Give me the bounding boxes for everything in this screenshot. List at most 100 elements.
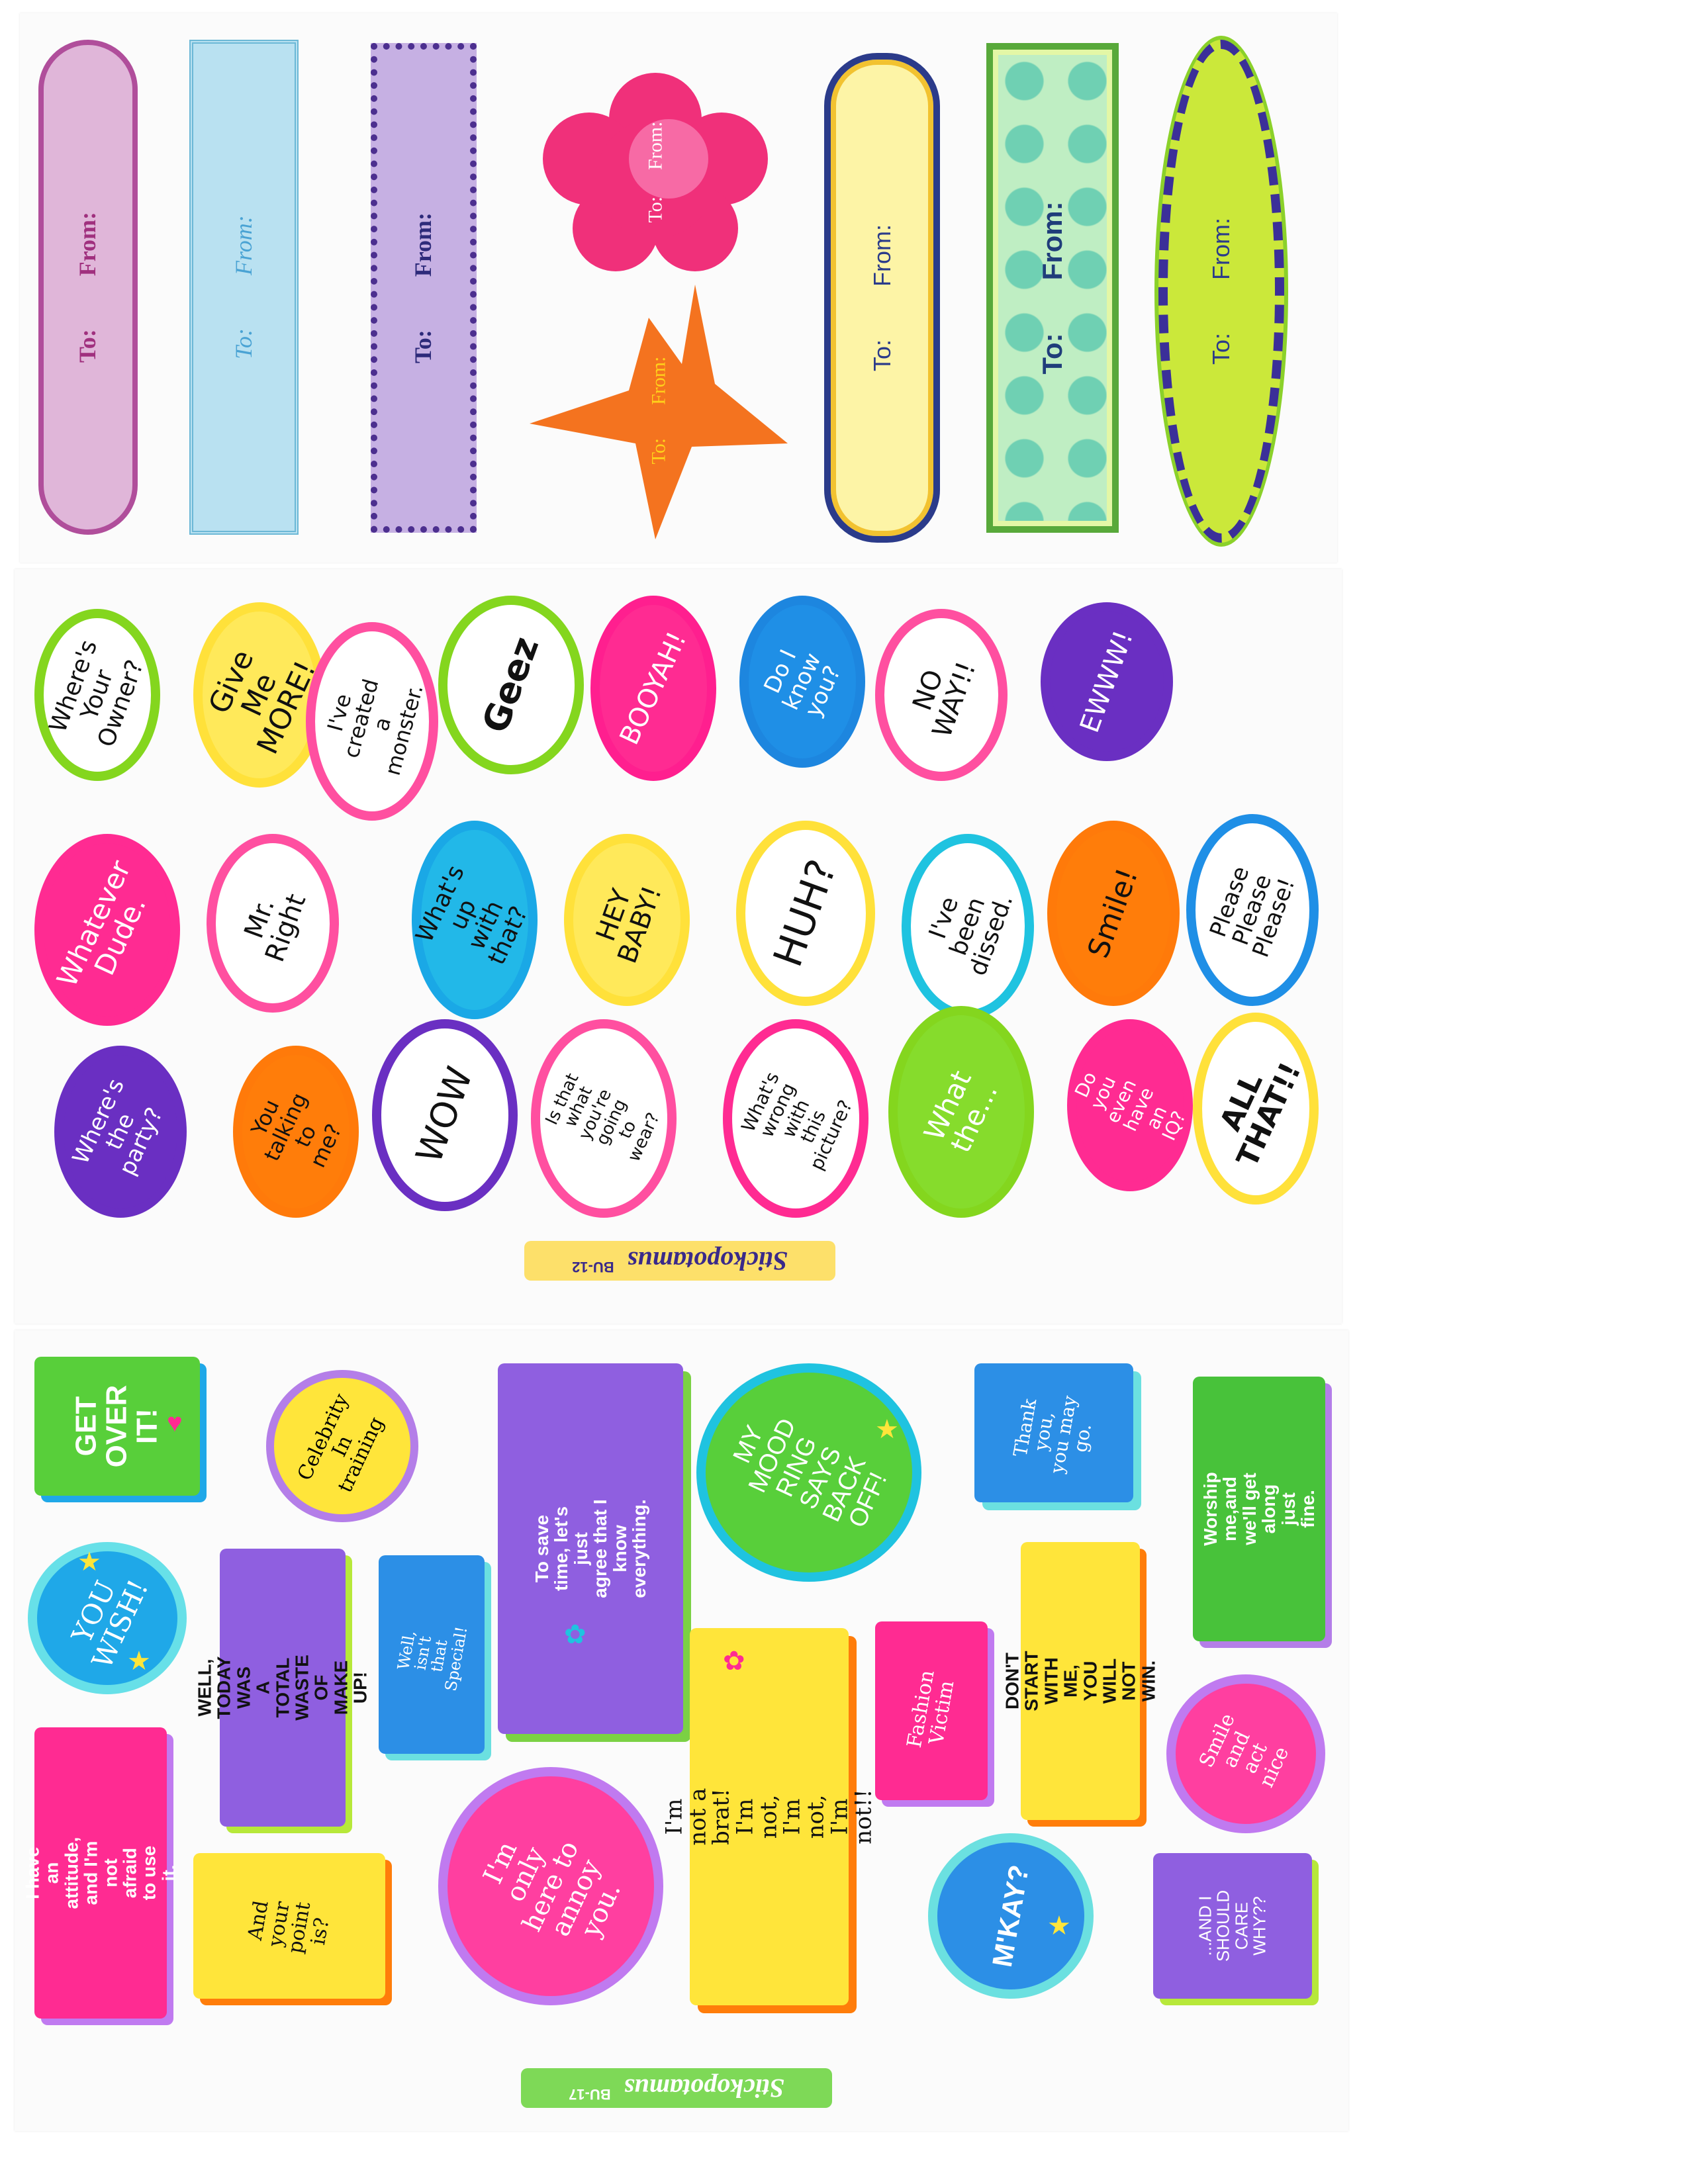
sticker-your-point: And your point is? bbox=[193, 1853, 385, 1999]
bubble-text: WOW bbox=[408, 1061, 481, 1169]
sticker-thank-you: Thank you, you may go. bbox=[974, 1363, 1133, 1502]
sticker-dont-start: DON'T START WITH ME, YOU WILL NOT WIN. bbox=[1002, 1542, 1158, 1820]
sticker-text: Celebrity In training bbox=[293, 1390, 389, 1496]
bubble-text: HEY BABY! bbox=[590, 882, 668, 968]
tag-to-label: To: bbox=[1036, 333, 1068, 375]
tag-to-label: To: bbox=[410, 330, 437, 363]
bubble-text: What the... bbox=[917, 1066, 1004, 1158]
flower-icon: ✿ bbox=[723, 1647, 745, 1676]
tag-from-label: From: bbox=[647, 356, 670, 405]
sticker-not-a-brat: I'm not a brat! I'm not, I'm not, I'm no… bbox=[661, 1628, 876, 2005]
sticker-annoy-you: I'm only here to annoy you. bbox=[438, 1767, 663, 2005]
attitude-sticker-sheet: GET OVER IT! Celebrity In training To sa… bbox=[15, 1330, 1348, 2131]
sticker-text: Worship me,and we'll get along just fine… bbox=[1199, 1472, 1318, 1546]
bubble-sticker: Please Please Please! bbox=[1186, 814, 1319, 1006]
bubble-sticker: EWWW! bbox=[1041, 602, 1173, 761]
bubble-sticker: I've been dissed. bbox=[902, 834, 1034, 1019]
sticker-text: DON'T START WITH ME, YOU WILL NOT WIN. bbox=[1002, 1651, 1159, 1711]
bubble-text: Is that what you're going to wear? bbox=[541, 1070, 665, 1165]
bubble-sticker: Where's the party? bbox=[54, 1046, 187, 1218]
bubble-sticker: NO WAY!! bbox=[875, 609, 1008, 781]
sticker-text: Smile and act nice bbox=[1194, 1709, 1293, 1792]
tag-from-label: From: bbox=[1036, 201, 1068, 281]
bubble-text: Do I know you? bbox=[759, 645, 847, 721]
flower-icon: ✿ bbox=[564, 1620, 586, 1649]
bubble-sticker: WOW bbox=[372, 1019, 518, 1211]
bubble-sticker: Where's Your Owner? bbox=[34, 609, 160, 781]
sticker-isnt-that-special: Well, isn't that Special! bbox=[379, 1555, 485, 1754]
bubble-sticker: Smile! bbox=[1047, 821, 1180, 1006]
bubble-text: Smile! bbox=[1081, 864, 1145, 963]
gift-tag-yellow: To: From: bbox=[824, 53, 940, 543]
sheet-code: BU-12 bbox=[572, 1259, 614, 1275]
tag-to-label: To: bbox=[647, 437, 670, 465]
sticker-text: Fashion Victim bbox=[902, 1668, 959, 1750]
brand-label: Stickopotamus BU-17 bbox=[521, 2068, 832, 2108]
tag-to-label: To: bbox=[74, 329, 101, 363]
bubble-sticker: What's up with that? bbox=[410, 821, 538, 1019]
bubble-sticker: Give Me MORE! bbox=[193, 602, 326, 788]
sticker-text: M'KAY? bbox=[986, 1862, 1035, 1970]
sticker-fashion-victim: Fashion Victim bbox=[875, 1621, 988, 1800]
bubble-sticker: You talking to me? bbox=[233, 1046, 359, 1218]
sticker-text: ...AND I SHOULD CARE WHY?? bbox=[1195, 1889, 1270, 1962]
bubble-sticker: BOOYAH! bbox=[590, 596, 716, 781]
sticker-waste-of-makeup: WELL, TODAY WAS A TOTAL WASTE OF MAKE UP… bbox=[195, 1549, 371, 1827]
bubble-sticker: HUH? bbox=[736, 821, 875, 1006]
bubble-sticker: ALL THAT!! bbox=[1193, 1013, 1319, 1205]
bubble-text: Where's the party? bbox=[67, 1074, 169, 1180]
star-icon: ★ bbox=[127, 1647, 151, 1676]
sticker-mood-ring: MY MOOD RING SAYS BACK OFF! bbox=[696, 1363, 921, 1582]
gift-tag-star: To: From: bbox=[523, 278, 794, 543]
bubble-text: Whatever Dude. bbox=[50, 855, 153, 992]
bubble-text: ALL THAT!! bbox=[1213, 1057, 1308, 1173]
sticker-attitude: I have an attitude, and I'm not afraid t… bbox=[22, 1727, 179, 2019]
bubble-sticker: Do you even have an IQ? bbox=[1067, 1019, 1193, 1191]
sticker-worship-me: Worship me,and we'll get along just fine… bbox=[1193, 1377, 1325, 1641]
bubble-sticker: Geez bbox=[438, 596, 584, 774]
gift-tag-lime-oval: To: From: bbox=[1158, 40, 1284, 543]
tag-from-label: From: bbox=[74, 212, 101, 277]
sticker-smile-act-nice: Smile and act nice bbox=[1166, 1674, 1325, 1833]
bubble-text: HUH? bbox=[765, 853, 846, 973]
bubble-text: What's wrong with this picture? bbox=[737, 1068, 857, 1173]
bubble-text: Mr. Right bbox=[238, 889, 312, 966]
bubble-sticker: I've created a monster. bbox=[306, 622, 438, 821]
bubble-text: Where's Your Owner? bbox=[44, 636, 149, 751]
tag-to-label: To: bbox=[230, 328, 257, 359]
sticker-save-time: To save time, let's just agree that I kn… bbox=[498, 1363, 683, 1734]
bubble-text: NO WAY!! bbox=[907, 657, 982, 742]
bubble-text: Do you even have an IQ? bbox=[1070, 1068, 1190, 1144]
tag-to-label: To: bbox=[1207, 332, 1235, 365]
sticker-text: And your point is? bbox=[243, 1899, 334, 1956]
sheet-code: BU-17 bbox=[569, 2086, 611, 2103]
bubble-text: I've been dissed. bbox=[923, 891, 1019, 979]
speech-bubble-sheet: Where's Your Owner? Give Me MORE! I've c… bbox=[15, 569, 1342, 1324]
bubble-text: I've created a monster. bbox=[322, 676, 428, 778]
tag-to-label: To: bbox=[644, 196, 667, 223]
bubble-sticker: Is that what you're going to wear? bbox=[531, 1019, 677, 1218]
sticker-text: I'm not a brat! I'm not, I'm not, I'm no… bbox=[661, 1788, 876, 1846]
bubble-text: What's up with that? bbox=[410, 861, 534, 970]
sticker-should-care: ...AND I SHOULD CARE WHY?? bbox=[1153, 1853, 1312, 1999]
tag-from-label: From: bbox=[410, 212, 437, 277]
sticker-text: Well, isn't that Special! bbox=[394, 1625, 471, 1693]
bubble-text: You talking to me? bbox=[246, 1089, 347, 1171]
bubble-sticker: Mr. Right bbox=[207, 834, 339, 1013]
bubble-sticker: What the... bbox=[888, 1006, 1034, 1218]
gift-tag-pink: To: From: bbox=[38, 40, 138, 535]
sticker-text: MY MOOD RING SAYS BACK OFF! bbox=[727, 1414, 893, 1532]
gift-tag-sheet: To: From: To: From: To: From: To: From: bbox=[20, 13, 1337, 563]
sticker-text: Thank you, you may go. bbox=[1009, 1394, 1096, 1475]
tag-from-label: From: bbox=[868, 224, 896, 287]
tag-from-label: From: bbox=[644, 121, 667, 170]
gift-tag-green-dots: To: From: bbox=[986, 43, 1119, 533]
sticker-celebrity: Celebrity In training bbox=[266, 1370, 418, 1522]
brand-name: Stickopotamus bbox=[627, 1246, 788, 1276]
bubble-text: Geez bbox=[474, 631, 547, 739]
bubble-sticker: What's wrong with this picture? bbox=[723, 1019, 868, 1218]
gift-tag-purple: To: From: bbox=[371, 43, 477, 533]
sticker-you-wish: YOU WISH! bbox=[28, 1542, 187, 1694]
sticker-text: To save time, let's just agree that I kn… bbox=[531, 1499, 649, 1598]
tag-from-label: From: bbox=[1207, 217, 1235, 280]
